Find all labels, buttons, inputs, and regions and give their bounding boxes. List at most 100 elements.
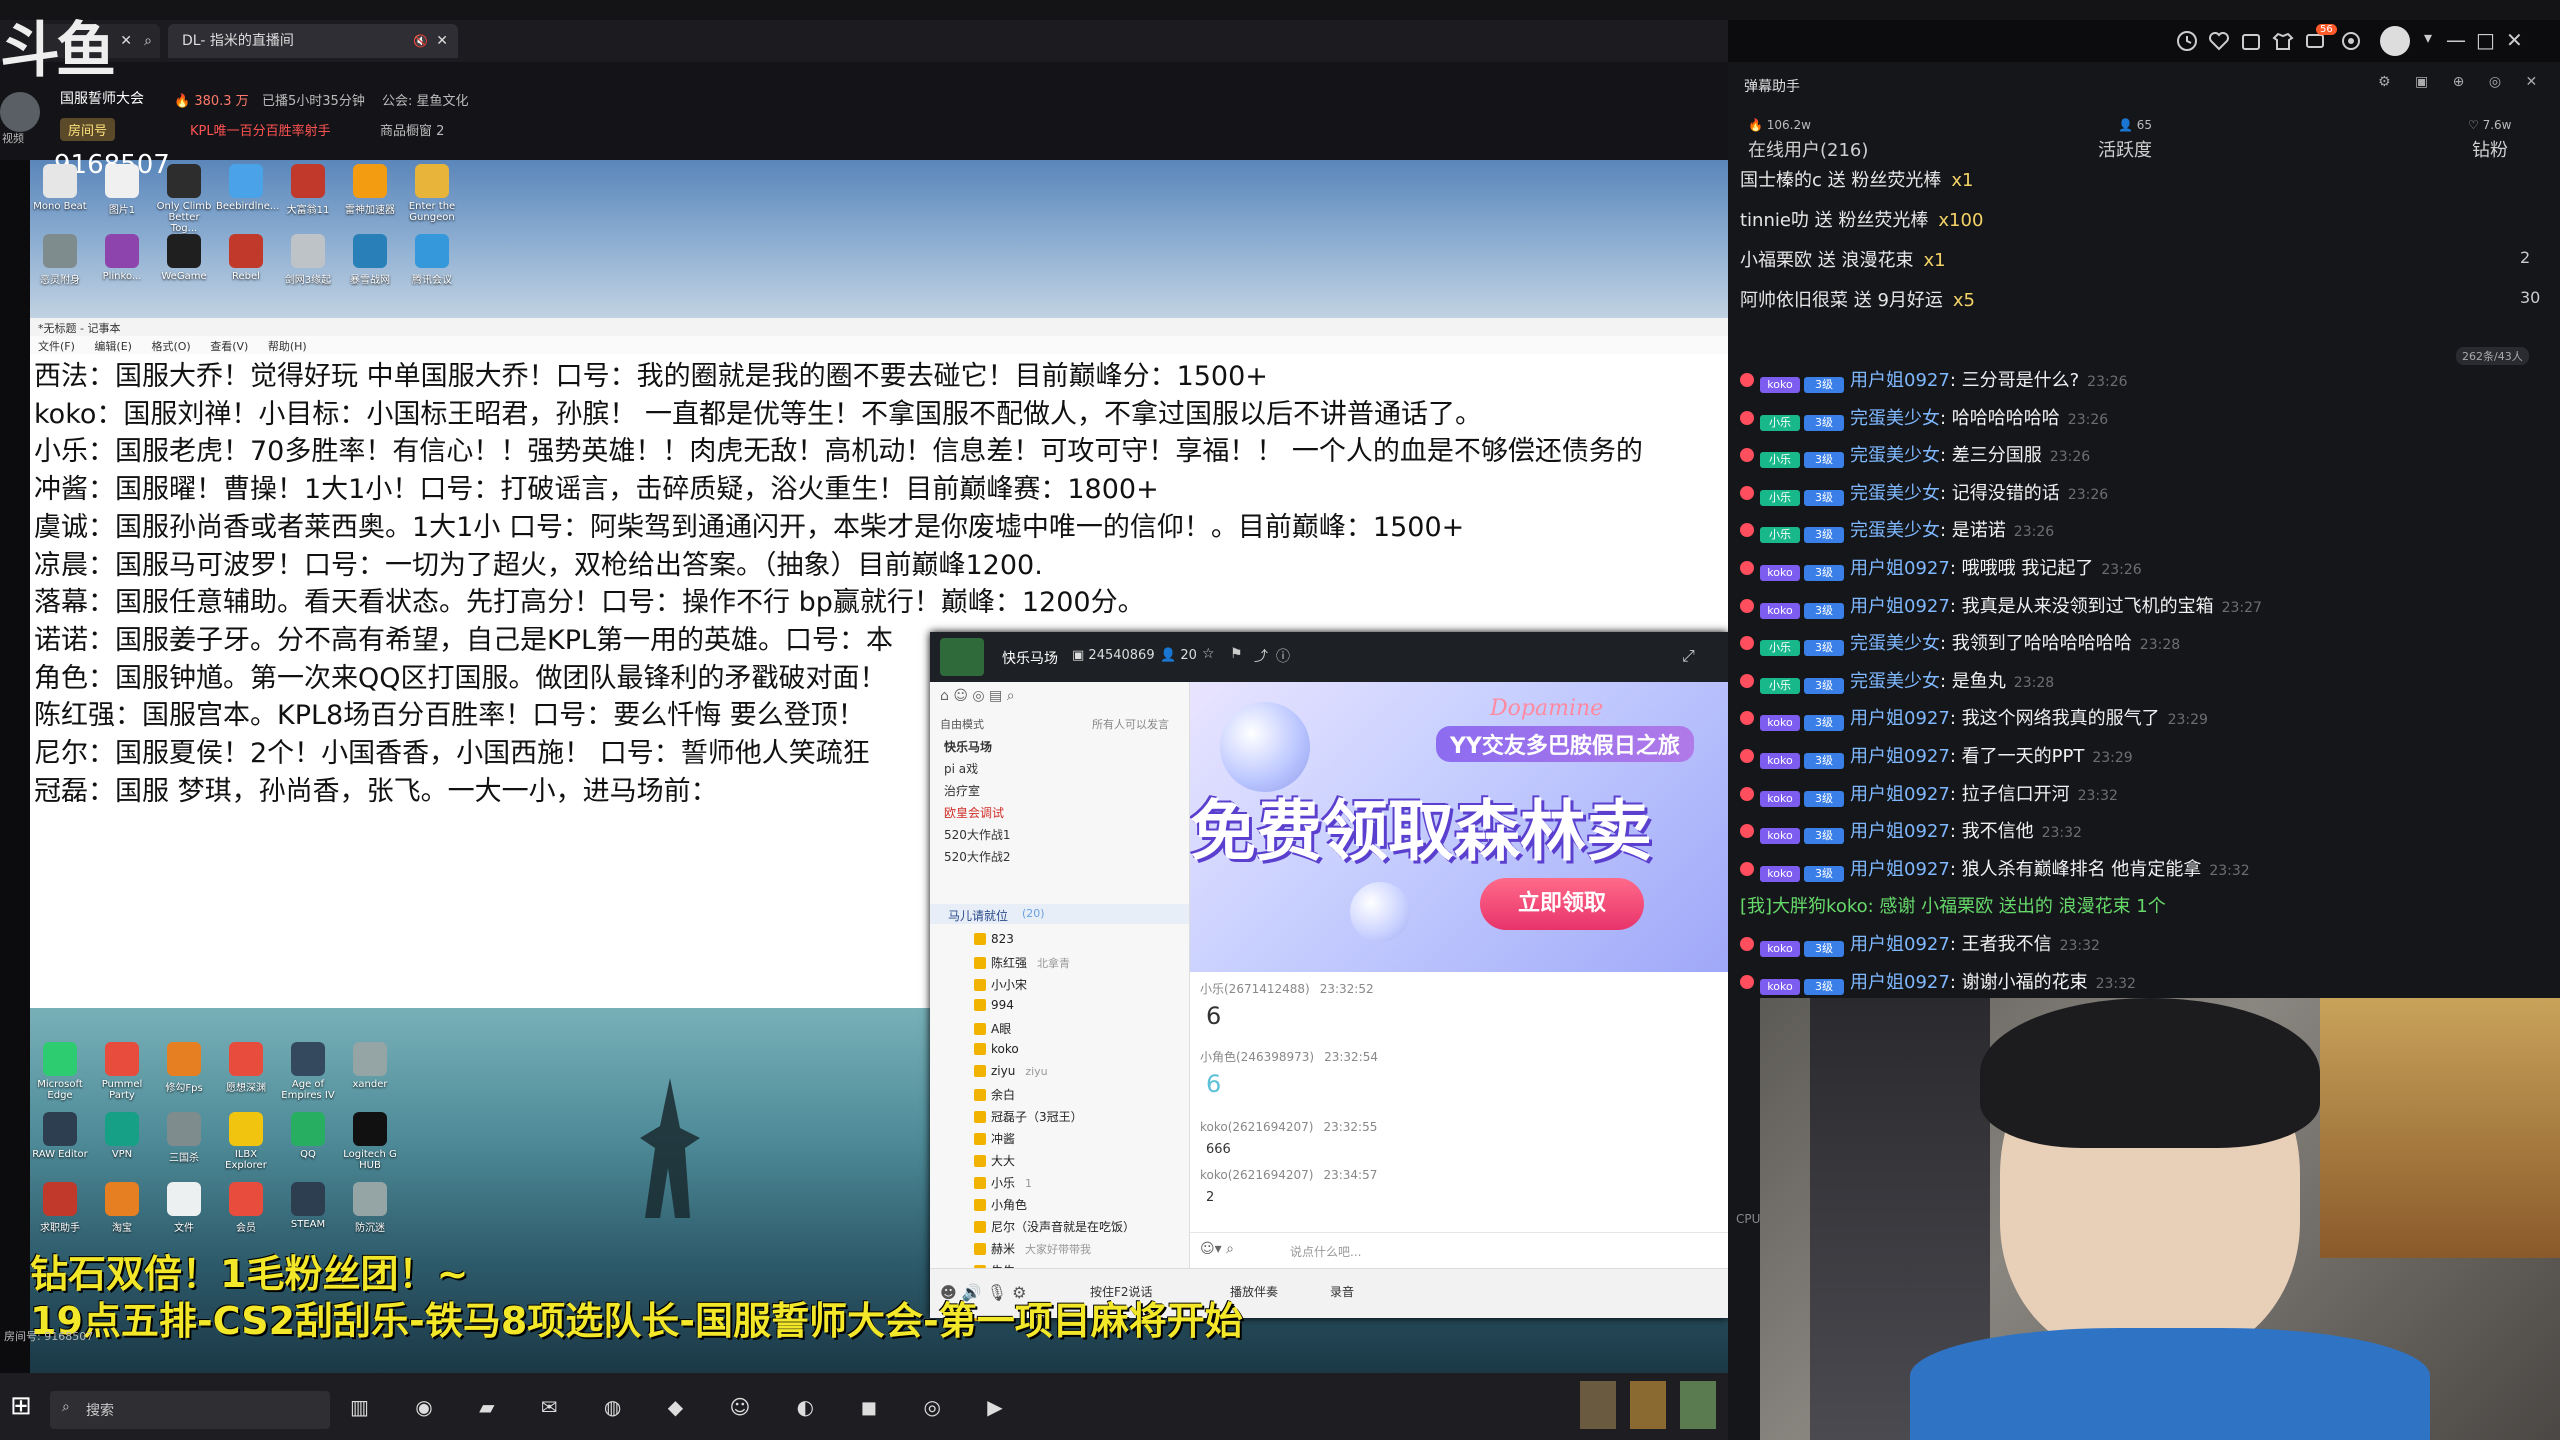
desktop-icon[interactable]: 大富翁11: [278, 164, 338, 216]
chat-user[interactable]: 完蛋美少女: [1850, 520, 1940, 541]
chat-user[interactable]: 用户姐0927: [1850, 972, 1950, 993]
yy-promo-banner[interactable]: Dopamine YY交友多巴胺假日之旅 免费领取森林卖 立即领取: [1190, 682, 1728, 972]
stream-subtitle[interactable]: KPL唯一百分百胜率射手: [190, 120, 331, 139]
desktop-icon[interactable]: 修勾Fps: [154, 1042, 214, 1094]
desktop-icon[interactable]: Age of Empires IV: [278, 1042, 338, 1101]
yy-voice-window[interactable]: 快乐马场 ▣ 24540869 👤 20 ☆ ⚑ ⤴ ⓘ ⤢ ⌂ ☺ ◎ ▤ ⌕…: [930, 632, 1728, 1322]
desktop-icon[interactable]: RAW Editor: [30, 1112, 90, 1160]
expand-icon[interactable]: ⤢: [1682, 646, 1695, 666]
menu-view[interactable]: 查看(V): [210, 340, 248, 353]
maximize-button[interactable]: □: [2476, 28, 2495, 52]
member-item[interactable]: 冠磊子（3冠王）: [974, 1108, 1093, 1125]
desktop-icon[interactable]: Only Climb Better Tog...: [154, 164, 214, 234]
emoji-icon[interactable]: ☺▾ ⌕: [1200, 1241, 1234, 1257]
chat-input[interactable]: 说点什么吧...: [1290, 1243, 1361, 1260]
member-item[interactable]: 冲酱: [974, 1130, 1025, 1147]
channel-item[interactable]: 520大作战2: [944, 848, 1011, 865]
shirt-icon[interactable]: [2272, 30, 2294, 56]
member-item[interactable]: 小乐 1: [974, 1174, 1032, 1191]
message-icon[interactable]: 56: [2304, 24, 2337, 56]
channel-item[interactable]: 快乐马场: [944, 738, 992, 755]
member-item[interactable]: 823: [974, 932, 1024, 946]
panel-toolbar-icons[interactable]: ⚙ ▣ ⊕ ◎ ✕: [2378, 74, 2547, 90]
channel-item[interactable]: pi a戏: [944, 760, 978, 777]
desktop-icon[interactable]: 暴雪战网: [340, 234, 400, 286]
chat-user[interactable]: 用户姐0927: [1850, 558, 1950, 579]
menu-format[interactable]: 格式(O): [151, 340, 190, 353]
member-item[interactable]: 赫米 大家好带带我: [974, 1240, 1091, 1257]
desktop-icon[interactable]: Mono Beat: [30, 164, 90, 212]
taskbar-apps[interactable]: ▥ ◉ ▰ ✉ ◍ ◆ ☺ ◐ ◼ ◎ ▶: [350, 1395, 1023, 1419]
desktop-icon[interactable]: 求职助手: [30, 1182, 90, 1234]
desktop-icon[interactable]: 剑网3缘起: [278, 234, 338, 286]
flag-icon[interactable]: ⚑: [1230, 646, 1243, 662]
douyu-logo[interactable]: 斗鱼: [0, 20, 116, 82]
member-item[interactable]: 小角色: [974, 1196, 1037, 1213]
chat-user[interactable]: 用户姐0927: [1850, 596, 1950, 617]
claim-button[interactable]: 立即领取: [1480, 878, 1644, 930]
desktop-icon[interactable]: 图片1: [92, 164, 152, 216]
member-item[interactable]: 大大: [974, 1152, 1025, 1169]
chat-user[interactable]: 用户姐0927: [1850, 934, 1950, 955]
search-icon[interactable]: ⌕: [144, 24, 152, 58]
dropdown-icon[interactable]: ▾: [2424, 28, 2432, 47]
menu-help[interactable]: 帮助(H): [268, 340, 307, 353]
channel-item[interactable]: 欧皇会调试: [944, 804, 1004, 821]
chat-user[interactable]: 完蛋美少女: [1850, 408, 1940, 429]
member-item[interactable]: 994: [974, 998, 1024, 1012]
member-item[interactable]: A眼: [974, 1020, 1021, 1037]
calendar-icon[interactable]: [2240, 30, 2262, 56]
start-icon[interactable]: ⊞: [10, 1391, 32, 1421]
tab-activity[interactable]: 活跃度: [2098, 136, 2152, 162]
desktop-icon[interactable]: 淘宝: [92, 1182, 152, 1234]
desktop-icon[interactable]: Rebel: [216, 234, 276, 282]
chat-user[interactable]: 完蛋美少女: [1850, 445, 1940, 466]
streamer-avatar[interactable]: [0, 92, 40, 132]
member-item[interactable]: 尼尔（没声音就是在吃饭）: [974, 1218, 1145, 1235]
desktop-icon[interactable]: Microsoft Edge: [30, 1042, 90, 1101]
desktop-icon[interactable]: 文件: [154, 1182, 214, 1234]
star-icon[interactable]: ☆: [1202, 646, 1215, 662]
menu-file[interactable]: 文件(F): [38, 340, 75, 353]
desktop-icon[interactable]: Plinko...: [92, 234, 152, 282]
member-item[interactable]: koko: [974, 1042, 1029, 1056]
desktop-icon[interactable]: ILBX Explorer: [216, 1112, 276, 1171]
desktop-icon[interactable]: 雷神加速器: [340, 164, 400, 216]
product-window[interactable]: 商品橱窗 2: [380, 120, 444, 139]
tray-app-icon[interactable]: [1580, 1381, 1616, 1429]
tab-online-users[interactable]: 在线用户(216): [1748, 136, 1868, 162]
tray-app-icon[interactable]: [1630, 1381, 1666, 1429]
close-window-button[interactable]: ✕: [2506, 28, 2523, 52]
chat-user[interactable]: 用户姐0927: [1850, 784, 1950, 805]
desktop-icon[interactable]: Enter the Gungeon: [402, 164, 462, 223]
desktop-icon[interactable]: Pummel Party: [92, 1042, 152, 1101]
channel-item[interactable]: 520大作战1: [944, 826, 1011, 843]
desktop-icon[interactable]: 防沉迷: [340, 1182, 400, 1234]
desktop-icon[interactable]: 会员: [216, 1182, 276, 1234]
share-icon[interactable]: ⤴: [1254, 646, 1268, 666]
close-icon[interactable]: ✕: [120, 24, 132, 58]
member-item[interactable]: 小小宋: [974, 976, 1037, 993]
chat-user[interactable]: 完蛋美少女: [1850, 633, 1940, 654]
chat-user[interactable]: 用户姐0927: [1850, 821, 1950, 842]
user-avatar[interactable]: [2380, 26, 2410, 56]
mute-icon[interactable]: 🔇: [413, 24, 428, 58]
member-item[interactable]: 陈红强 北拿青: [974, 954, 1070, 971]
chat-user[interactable]: 用户姐0927: [1850, 859, 1950, 880]
group-header[interactable]: 马儿请就位 (20): [930, 904, 1189, 924]
desktop-icon[interactable]: 腾讯会议: [402, 234, 462, 286]
member-item[interactable]: ziyu ziyu: [974, 1064, 1048, 1078]
tab-diamond-fans[interactable]: 钻粉: [2472, 136, 2508, 162]
heart-icon[interactable]: [2208, 30, 2230, 56]
chat-user[interactable]: 用户姐0927: [1850, 370, 1950, 391]
yy-toolbar-icons[interactable]: ⌂ ☺ ◎ ▤ ⌕: [940, 688, 1015, 704]
close-icon[interactable]: ✕: [436, 24, 448, 58]
desktop-icon[interactable]: 愿想深渊: [216, 1042, 276, 1094]
desktop-icon[interactable]: WeGame: [154, 234, 214, 282]
desktop-icon[interactable]: xander: [340, 1042, 400, 1090]
chat-user[interactable]: 用户姐0927: [1850, 708, 1950, 729]
browser-tab-stream[interactable]: DL- 指米的直播间 🔇 ✕: [168, 24, 458, 58]
desktop-icon[interactable]: Logitech G HUB: [340, 1112, 400, 1171]
minimize-button[interactable]: —: [2446, 28, 2466, 52]
chat-user[interactable]: 完蛋美少女: [1850, 483, 1940, 504]
